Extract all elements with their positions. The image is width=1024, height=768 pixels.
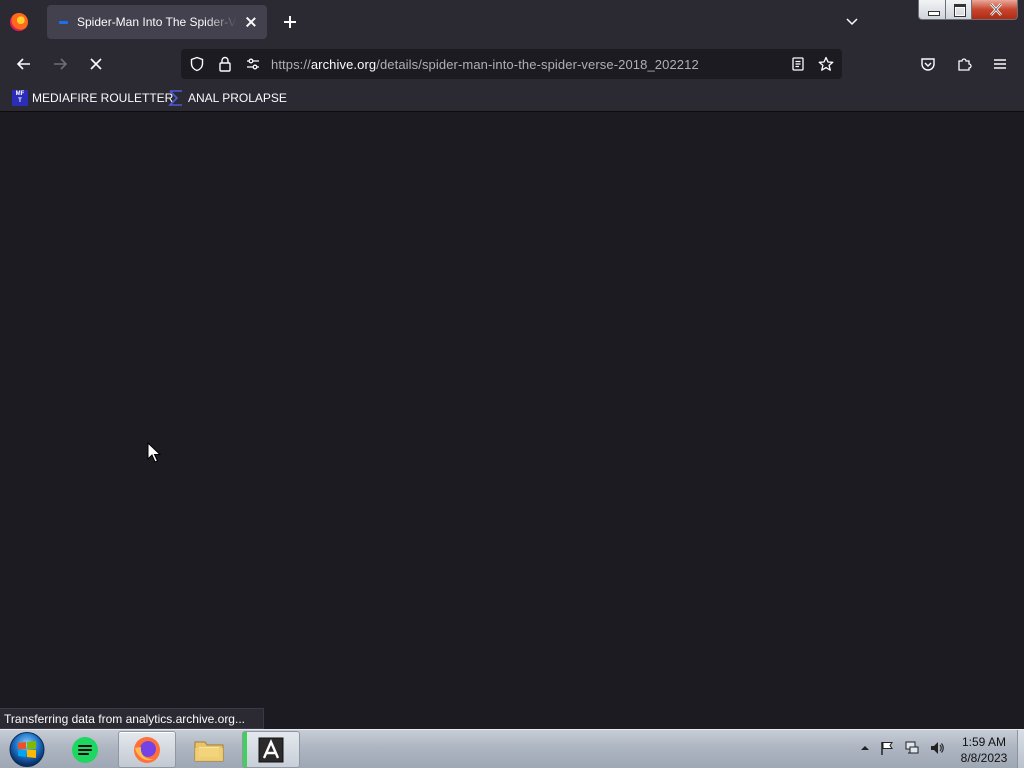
padlock-icon[interactable]	[217, 56, 233, 72]
show-hidden-icons-icon[interactable]	[860, 743, 870, 753]
stop-x-icon	[90, 58, 102, 70]
folder-icon	[194, 741, 224, 761]
url-path: /details/spider-man-into-the-spider-vers…	[376, 57, 699, 72]
permissions-icon[interactable]	[245, 56, 261, 72]
mouse-pointer-icon	[147, 442, 161, 463]
bookmark-star-icon[interactable]	[818, 56, 834, 72]
system-tray	[860, 740, 945, 756]
windows-taskbar: 1:59 AM 8/8/2023	[0, 729, 1024, 768]
bookmark-item[interactable]: ANAL PROLAPSE	[168, 90, 287, 106]
clock-time: 1:59 AM	[961, 735, 1007, 749]
back-button[interactable]	[12, 52, 36, 76]
hamburger-menu-icon	[994, 59, 1006, 69]
mediafire-favicon-icon: MF T	[12, 90, 28, 106]
new-tab-button[interactable]	[280, 12, 300, 32]
system-clock[interactable]: 1:59 AM 8/8/2023	[950, 734, 1018, 766]
sigma-icon	[168, 90, 184, 106]
adobe-icon	[258, 737, 284, 762]
address-bar[interactable]: https://archive.org/details/spider-man-i…	[181, 49, 842, 79]
window-maximize-button[interactable]	[945, 0, 972, 20]
bookmark-label: MEDIAFIRE ROULETTER	[32, 91, 174, 105]
bookmark-label: ANAL PROLAPSE	[188, 91, 287, 105]
page-content[interactable]	[0, 113, 1024, 728]
tab-title: Spider-Man Into The Spider-Verse	[77, 15, 237, 29]
tab-close-icon[interactable]	[243, 14, 259, 30]
tracking-protection-shield-icon[interactable]	[189, 56, 205, 72]
volume-speaker-icon[interactable]	[929, 740, 945, 756]
stop-loading-button[interactable]	[84, 52, 108, 76]
bookmark-item[interactable]: MF T MEDIAFIRE ROULETTER	[12, 90, 173, 106]
pocket-button[interactable]	[916, 52, 940, 76]
network-icon[interactable]	[904, 740, 920, 756]
back-arrow-icon	[16, 58, 30, 70]
spotify-icon	[72, 736, 98, 763]
taskbar-adobe[interactable]	[242, 731, 300, 768]
start-button-windows-icon[interactable]	[7, 731, 47, 768]
window-minimize-button[interactable]	[918, 0, 946, 20]
taskbar-file-explorer[interactable]	[180, 731, 238, 768]
taskbar-firefox[interactable]	[118, 731, 176, 768]
url-text[interactable]: https://archive.org/details/spider-man-i…	[271, 57, 699, 72]
extensions-button[interactable]	[952, 52, 976, 76]
list-all-tabs-button[interactable]	[845, 14, 859, 28]
tab-favicon-icon	[59, 20, 68, 24]
firefox-logo-icon[interactable]	[10, 13, 28, 31]
app-menu-button[interactable]	[988, 52, 1012, 76]
bookmarks-toolbar: MF T MEDIAFIRE ROULETTER ANAL PROLAPSE	[0, 84, 1024, 112]
tab-strip: Spider-Man Into The Spider-Verse	[0, 0, 1024, 44]
forward-button[interactable]	[48, 52, 72, 76]
tab-active[interactable]: Spider-Man Into The Spider-Verse	[47, 5, 267, 39]
forward-arrow-icon	[54, 58, 68, 70]
puzzle-icon	[958, 58, 972, 71]
action-center-flag-icon[interactable]	[879, 740, 895, 756]
show-desktop-button[interactable]	[1017, 730, 1024, 768]
clock-date: 8/8/2023	[960, 751, 1008, 765]
url-scheme: https://	[271, 57, 311, 72]
reader-view-icon[interactable]	[790, 56, 806, 72]
pocket-icon	[921, 58, 935, 71]
window-close-button[interactable]	[971, 0, 1018, 20]
taskbar-spotify[interactable]	[56, 731, 114, 768]
firefox-icon	[134, 736, 160, 763]
status-panel: Transferring data from analytics.archive…	[0, 708, 264, 729]
url-host: archive.org	[310, 57, 377, 72]
